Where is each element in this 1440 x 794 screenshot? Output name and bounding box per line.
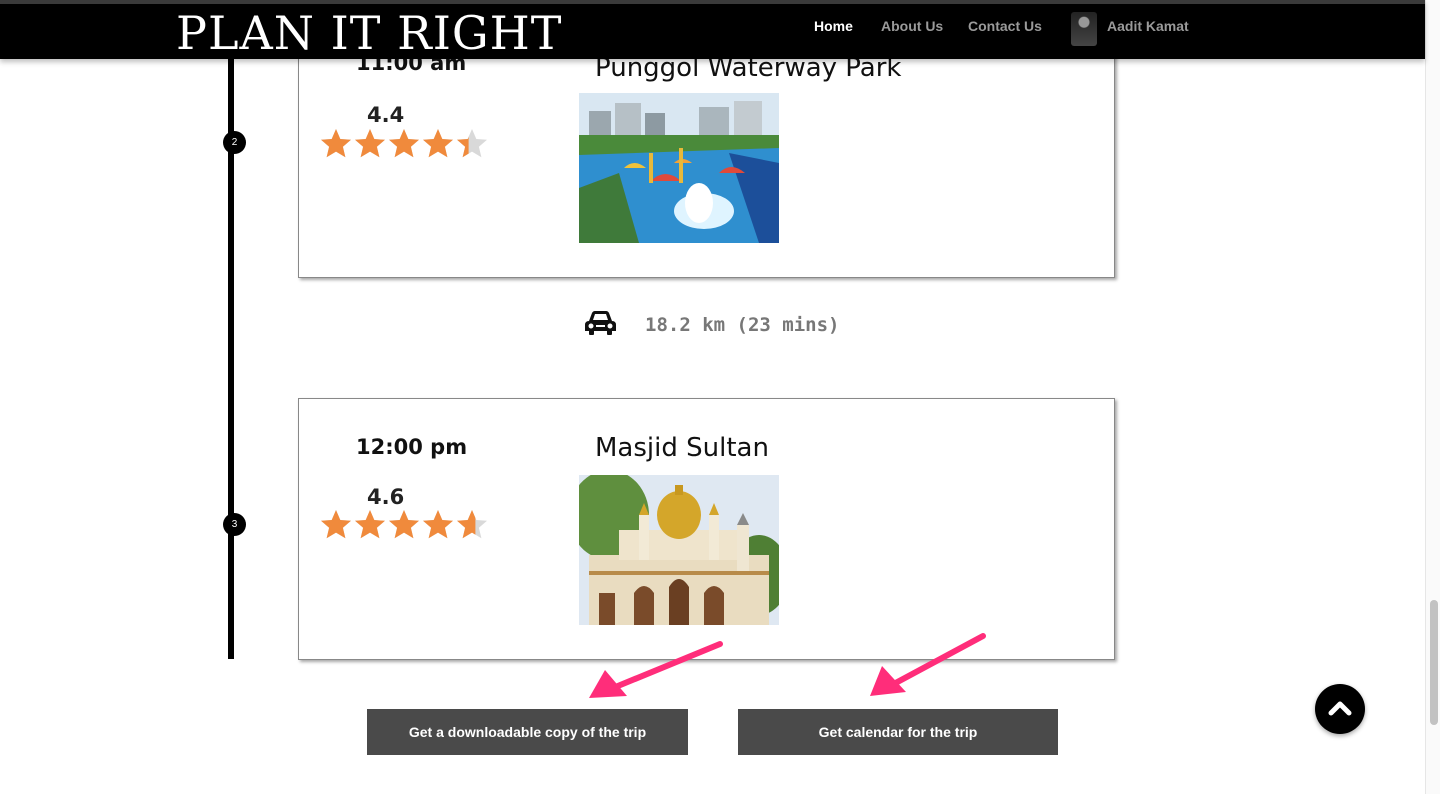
site-logo[interactable]: PLAN IT RIGHT [176,7,562,59]
place-photo [579,93,779,243]
chevron-up-icon [1328,701,1352,716]
star-icon [353,508,387,542]
star-icon [353,127,387,161]
star-rating [319,508,489,542]
calendar-trip-button[interactable]: Get calendar for the trip [738,709,1058,755]
annotation-arrow-icon [589,641,723,698]
timeline-marker: 2 [223,131,246,154]
travel-distance: 18.2 km (23 mins) [645,314,840,336]
scrollbar-thumb[interactable] [1430,600,1438,725]
place-name[interactable]: Masjid Sultan [595,433,769,463]
page-scrollbar[interactable] [1425,0,1440,794]
nav-user-link[interactable]: Aadit Kamat [1107,18,1189,34]
itinerary-card: 11:00 am 4.4 Punggol Waterway Park [298,30,1115,278]
place-photo [579,475,779,625]
nav-contact-link[interactable]: Contact Us [968,18,1042,34]
star-icon [421,127,455,161]
rating-value: 4.6 [367,485,405,509]
nav-home-link[interactable]: Home [814,18,853,34]
star-icon [455,508,489,542]
nav-about-link[interactable]: About Us [881,18,943,34]
back-to-top-button[interactable] [1315,684,1365,734]
star-icon [319,127,353,161]
star-icon [455,127,489,161]
visit-time: 12:00 pm [356,435,468,459]
star-icon [319,508,353,542]
rating-value: 4.4 [367,103,405,127]
top-navbar: PLAN IT RIGHT Home About Us Contact Us A… [0,0,1425,59]
car-icon [584,310,617,340]
user-avatar[interactable] [1071,12,1097,46]
star-icon [421,508,455,542]
star-icon [387,127,421,161]
annotation-arrow-icon [870,633,986,696]
itinerary-card: 12:00 pm 4.6 Masjid Sultan [298,398,1115,660]
travel-info: 18.2 km (23 mins) [584,310,839,340]
timeline-marker: 3 [223,513,246,536]
star-icon [387,508,421,542]
download-trip-button[interactable]: Get a downloadable copy of the trip [367,709,688,755]
star-rating [319,127,489,161]
